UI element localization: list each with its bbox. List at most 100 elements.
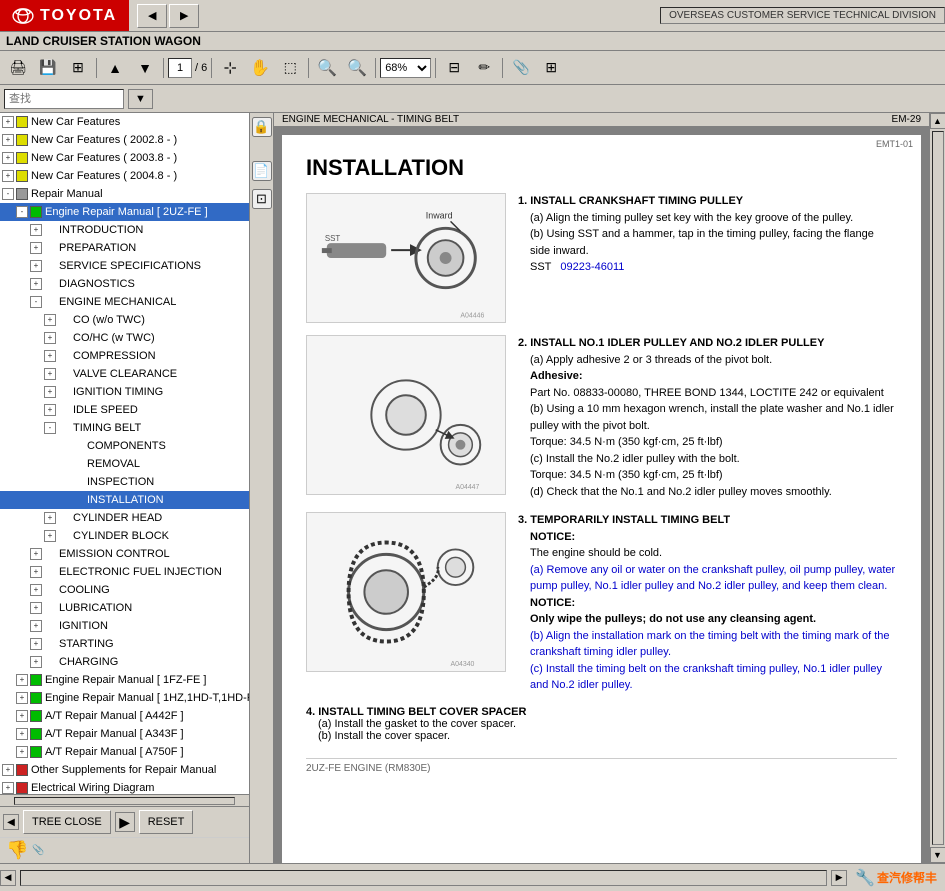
tree-item-emission-control[interactable]: +EMISSION CONTROL bbox=[0, 545, 249, 563]
tree-item-diagnostics[interactable]: +DIAGNOSTICS bbox=[0, 275, 249, 293]
tree-item-tb-installation[interactable]: INSTALLATION bbox=[0, 491, 249, 509]
tree-item-at-a750f[interactable]: +A/T Repair Manual [ A750F ] bbox=[0, 743, 249, 761]
expand-btn-repair-manual[interactable]: - bbox=[2, 188, 14, 200]
expand-btn-diagnostics[interactable]: + bbox=[30, 278, 42, 290]
expand-btn-cylinder-head[interactable]: + bbox=[44, 512, 56, 524]
snapshot-button[interactable]: ⬚ bbox=[276, 55, 304, 81]
vertical-scrollbar[interactable]: ▲ ▼ bbox=[929, 113, 945, 863]
bookmark-button[interactable]: 📄 bbox=[252, 161, 272, 181]
tree-item-starting[interactable]: +STARTING bbox=[0, 635, 249, 653]
reset-button[interactable]: RESET bbox=[139, 810, 194, 834]
expand-btn-engine-repair-2uz[interactable]: - bbox=[16, 206, 28, 218]
lock-button[interactable]: 🔒 bbox=[252, 117, 272, 137]
tree-item-service-specs[interactable]: +SERVICE SPECIFICATIONS bbox=[0, 257, 249, 275]
tree-item-engine-repair-1fz[interactable]: +Engine Repair Manual [ 1FZ-FE ] bbox=[0, 671, 249, 689]
expand-btn-electrical-wiring[interactable]: + bbox=[2, 782, 14, 794]
expand-btn-at-a343f[interactable]: + bbox=[16, 728, 28, 740]
expand-btn-co-wo-twc[interactable]: + bbox=[44, 314, 56, 326]
page-number-input[interactable]: 1 bbox=[168, 58, 192, 78]
sidebar-nav-button[interactable]: ▶ bbox=[115, 812, 135, 832]
tree-item-tb-components[interactable]: COMPONENTS bbox=[0, 437, 249, 455]
tree-item-lubrication[interactable]: +LUBRICATION bbox=[0, 599, 249, 617]
expand-btn-other-supplements[interactable]: + bbox=[2, 764, 14, 776]
tree-item-engine-mechanical[interactable]: -ENGINE MECHANICAL bbox=[0, 293, 249, 311]
expand-btn-ignition-timing[interactable]: + bbox=[44, 386, 56, 398]
tree-item-timing-belt[interactable]: -TIMING BELT bbox=[0, 419, 249, 437]
sidebar-hscroll[interactable] bbox=[0, 794, 249, 806]
sidebar-scroll-left-button[interactable]: ◀ bbox=[3, 814, 19, 830]
pages-button[interactable]: ⊡ bbox=[252, 189, 272, 209]
tree-item-tb-removal[interactable]: REMOVAL bbox=[0, 455, 249, 473]
search-input[interactable] bbox=[4, 89, 124, 109]
zoom-out-button[interactable]: 🔍 bbox=[313, 55, 341, 81]
view-options-button[interactable]: ⊟ bbox=[440, 55, 468, 81]
expand-btn-lubrication[interactable]: + bbox=[30, 602, 42, 614]
tree-item-co-wo-twc[interactable]: +CO (w/o TWC) bbox=[0, 311, 249, 329]
tree-item-compression[interactable]: +COMPRESSION bbox=[0, 347, 249, 365]
scroll-up-button[interactable]: ▲ bbox=[930, 113, 945, 129]
tree-item-ignition-timing[interactable]: +IGNITION TIMING bbox=[0, 383, 249, 401]
tree-item-co-w-twc[interactable]: +CO/HC (w TWC) bbox=[0, 329, 249, 347]
expand-btn-engine-mechanical[interactable]: - bbox=[30, 296, 42, 308]
expand-btn-at-a750f[interactable]: + bbox=[16, 746, 28, 758]
search-dropdown-button[interactable]: ▼ bbox=[128, 89, 153, 109]
expand-btn-valve-clearance[interactable]: + bbox=[44, 368, 56, 380]
hand-tool-button[interactable]: ✋ bbox=[246, 55, 274, 81]
tree-item-ncf-2004[interactable]: +New Car Features ( 2004.8 - ) bbox=[0, 167, 249, 185]
tree-item-efi[interactable]: +ELECTRONIC FUEL INJECTION bbox=[0, 563, 249, 581]
scroll-down-button[interactable]: ▼ bbox=[930, 847, 945, 863]
tree-close-button[interactable]: TREE CLOSE bbox=[23, 810, 111, 834]
tree-item-charging[interactable]: +CHARGING bbox=[0, 653, 249, 671]
expand-btn-charging[interactable]: + bbox=[30, 656, 42, 668]
save-button[interactable]: 💾 bbox=[34, 55, 62, 81]
prev-page-button[interactable]: ▲ bbox=[101, 55, 129, 81]
expand-btn-emission-control[interactable]: + bbox=[30, 548, 42, 560]
expand-btn-co-w-twc[interactable]: + bbox=[44, 332, 56, 344]
expand-btn-cooling[interactable]: + bbox=[30, 584, 42, 596]
expand-btn-efi[interactable]: + bbox=[30, 566, 42, 578]
expand-btn-service-specs[interactable]: + bbox=[30, 260, 42, 272]
expand-btn-ncf-2003[interactable]: + bbox=[2, 152, 14, 164]
tree-item-idle-speed[interactable]: +IDLE SPEED bbox=[0, 401, 249, 419]
attach-button[interactable]: 📎 bbox=[507, 55, 535, 81]
expand-btn-ncf-2004[interactable]: + bbox=[2, 170, 14, 182]
layout-button[interactable]: ⊞ bbox=[64, 55, 92, 81]
tree-item-new-car-features[interactable]: +New Car Features bbox=[0, 113, 249, 131]
pdf-area[interactable]: EMT1-01 INSTALLATION bbox=[274, 127, 929, 863]
tree-item-valve-clearance[interactable]: +VALVE CLEARANCE bbox=[0, 365, 249, 383]
zoom-select[interactable]: 50% 68% 75% 100% 125% 150% bbox=[380, 58, 431, 78]
tree-item-cylinder-block[interactable]: +CYLINDER BLOCK bbox=[0, 527, 249, 545]
pen-button[interactable]: ✏ bbox=[470, 55, 498, 81]
expand-btn-new-car-features[interactable]: + bbox=[2, 116, 14, 128]
zoom-in-button[interactable]: 🔍 bbox=[343, 55, 371, 81]
tree-item-ncf-2002[interactable]: +New Car Features ( 2002.8 - ) bbox=[0, 131, 249, 149]
tree-item-at-a343f[interactable]: +A/T Repair Manual [ A343F ] bbox=[0, 725, 249, 743]
hscroll-left-button[interactable]: ◀ bbox=[0, 870, 16, 886]
expand-btn-cylinder-block[interactable]: + bbox=[44, 530, 56, 542]
expand-btn-engine-repair-1fz[interactable]: + bbox=[16, 674, 28, 686]
expand-btn-at-a442f[interactable]: + bbox=[16, 710, 28, 722]
tree-item-cylinder-head[interactable]: +CYLINDER HEAD bbox=[0, 509, 249, 527]
scroll-thumb[interactable] bbox=[932, 131, 944, 845]
expand-btn-preparation[interactable]: + bbox=[30, 242, 42, 254]
expand-button[interactable]: ⊞ bbox=[537, 55, 565, 81]
next-page-button[interactable]: ▼ bbox=[131, 55, 159, 81]
hscroll-thumb[interactable] bbox=[14, 797, 235, 805]
nav-forward-button[interactable]: ▶ bbox=[169, 4, 199, 28]
tree-item-engine-repair-2uz[interactable]: -Engine Repair Manual [ 2UZ-FE ] bbox=[0, 203, 249, 221]
select-tool-button[interactable]: ⊹ bbox=[216, 55, 244, 81]
tree-item-preparation[interactable]: +PREPARATION bbox=[0, 239, 249, 257]
tree-item-at-a442f[interactable]: +A/T Repair Manual [ A442F ] bbox=[0, 707, 249, 725]
tree-item-repair-manual[interactable]: -Repair Manual bbox=[0, 185, 249, 203]
hscroll-right-button[interactable]: ▶ bbox=[831, 870, 847, 886]
horizontal-scrollbar[interactable] bbox=[20, 870, 827, 886]
expand-btn-starting[interactable]: + bbox=[30, 638, 42, 650]
expand-btn-engine-repair-1hx[interactable]: + bbox=[16, 692, 28, 704]
expand-btn-ncf-2002[interactable]: + bbox=[2, 134, 14, 146]
print-button[interactable]: 🖨 bbox=[4, 55, 32, 81]
tree-item-tb-inspection[interactable]: INSPECTION bbox=[0, 473, 249, 491]
tree-item-ncf-2003[interactable]: +New Car Features ( 2003.8 - ) bbox=[0, 149, 249, 167]
expand-btn-introduction[interactable]: + bbox=[30, 224, 42, 236]
expand-btn-compression[interactable]: + bbox=[44, 350, 56, 362]
tree-item-cooling[interactable]: +COOLING bbox=[0, 581, 249, 599]
